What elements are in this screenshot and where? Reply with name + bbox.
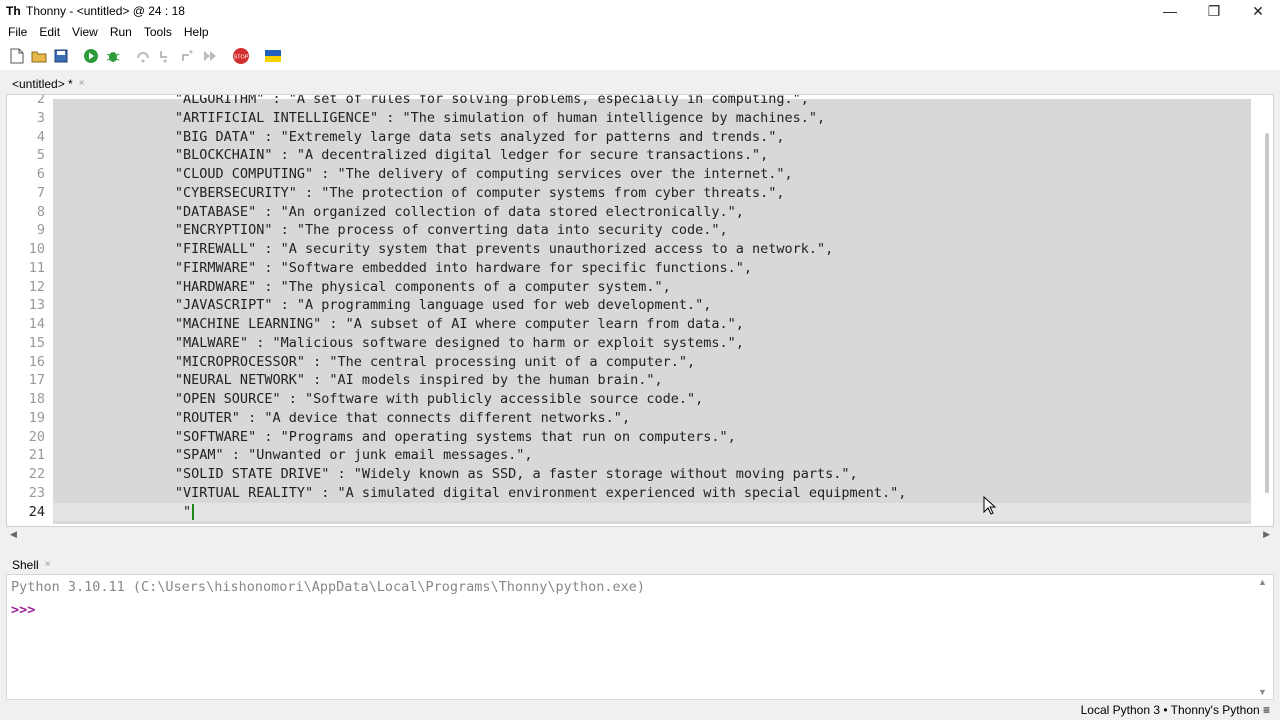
line-number: 19 [28, 409, 45, 426]
line-number-gutter: 2 3 4 5 6 7 8 9 10 11 12 13 14 15 16 17 18 19 20 21 22 23 24 [7, 95, 53, 526]
code-line[interactable]: "BLOCKCHAIN" : "A decentralized digital … [53, 146, 768, 165]
line-number: 8 [36, 203, 45, 220]
code-line[interactable]: "CLOUD COMPUTING" : "The delivery of com… [53, 165, 793, 184]
code-line[interactable]: "MALWARE" : "Malicious software designed… [53, 334, 744, 353]
menu-tools[interactable]: Tools [138, 25, 178, 39]
step-over-icon[interactable] [134, 47, 152, 65]
ukraine-flag-icon[interactable] [264, 47, 282, 65]
open-file-icon[interactable] [30, 47, 48, 65]
line-number: 10 [28, 241, 45, 257]
code-line[interactable]: "ALGORITHM" : "A set of rules for solvin… [53, 95, 809, 109]
line-number: 24 [28, 503, 45, 520]
step-out-icon[interactable] [178, 47, 196, 65]
scroll-right-icon[interactable]: ▶ [1263, 529, 1270, 540]
shell-scrollbar[interactable]: ▲ ▼ [1257, 575, 1269, 699]
line-number: 13 [28, 297, 45, 314]
code-line[interactable]: "MICROPROCESSOR" : "The central processi… [53, 353, 695, 372]
line-number: 14 [28, 316, 45, 332]
tab-shell-label: Shell [12, 557, 39, 572]
minimize-icon[interactable]: — [1148, 0, 1192, 22]
line-number: 18 [28, 391, 45, 407]
current-line-highlight [53, 502, 1251, 522]
menu-view[interactable]: View [66, 25, 104, 39]
code-line[interactable]: "BIG DATA" : "Extremely large data sets … [53, 128, 785, 147]
code-line[interactable]: "SOFTWARE" : "Programs and operating sys… [53, 428, 736, 447]
code-line[interactable]: "ARTIFICIAL INTELLIGENCE" : "The simulat… [53, 109, 825, 128]
shell-prompt[interactable]: >>> [11, 602, 35, 618]
code-line[interactable]: "VIRTUAL REALITY" : "A simulated digital… [53, 484, 907, 503]
code-line[interactable]: "SOLID STATE DRIVE" : "Widely known as S… [53, 465, 858, 484]
menu-run[interactable]: Run [104, 25, 138, 39]
code-line[interactable]: "NEURAL NETWORK" : "AI models inspired b… [53, 371, 663, 390]
maximize-icon[interactable]: ❐ [1192, 0, 1236, 22]
shell-scroll-up-icon[interactable]: ▲ [1258, 577, 1267, 587]
line-number: 3 [36, 109, 45, 126]
scroll-left-icon[interactable]: ◀ [10, 529, 17, 540]
mouse-pointer-icon [983, 496, 997, 515]
resume-icon[interactable] [200, 47, 218, 65]
toolbar: STOP [0, 42, 1280, 70]
line-number: 6 [36, 166, 45, 182]
debug-icon[interactable] [104, 47, 122, 65]
new-file-icon[interactable] [8, 47, 26, 65]
code-line[interactable]: "CYBERSECURITY" : "The protection of com… [53, 184, 785, 203]
menu-edit[interactable]: Edit [33, 25, 66, 39]
line-number: 7 [36, 184, 45, 201]
code-text-area[interactable]: "ALGORITHM" : "A set of rules for solvin… [53, 95, 1251, 524]
menu-help[interactable]: Help [178, 25, 215, 39]
tab-close-icon[interactable]: × [79, 78, 85, 89]
stop-icon-label: STOP [234, 55, 249, 61]
code-line[interactable]: " [53, 503, 191, 522]
stop-icon[interactable]: STOP [232, 47, 250, 65]
editor-vertical-scrollbar[interactable] [1265, 133, 1269, 493]
line-number: 11 [28, 259, 45, 276]
interpreter-selector[interactable]: Local Python 3 • Thonny's Python ≡ [1081, 703, 1270, 717]
run-icon[interactable] [82, 47, 100, 65]
line-number: 2 [36, 94, 45, 107]
code-editor[interactable]: 2 3 4 5 6 7 8 9 10 11 12 13 14 15 16 17 18 19 20 21 22 23 24 "… [6, 94, 1274, 527]
tab-untitled[interactable]: <untitled> * × [4, 73, 93, 94]
shell-tabstrip: Shell × [0, 552, 1280, 575]
line-number: 23 [28, 484, 45, 501]
line-number: 9 [36, 222, 45, 239]
code-line[interactable]: "HARDWARE" : "The physical components of… [53, 278, 671, 297]
code-line[interactable]: "ROUTER" : "A device that connects diffe… [53, 409, 630, 428]
line-number: 21 [28, 447, 45, 464]
text-caret [192, 503, 195, 520]
shell-banner: Python 3.10.11 (C:\Users\hishonomori\App… [11, 579, 645, 595]
line-number: 12 [28, 278, 45, 295]
code-line[interactable]: "SPAM" : "Unwanted or junk email message… [53, 446, 533, 465]
line-number: 5 [36, 147, 45, 164]
menu-file[interactable]: File [2, 25, 33, 39]
step-into-icon[interactable] [156, 47, 174, 65]
line-number: 22 [28, 466, 45, 482]
code-line[interactable]: "MACHINE LEARNING" : "A subset of AI whe… [53, 315, 744, 334]
status-bar: Local Python 3 • Thonny's Python ≡ [0, 700, 1280, 720]
tab-shell[interactable]: Shell × [4, 554, 59, 575]
editor-tabstrip: <untitled> * × [0, 70, 1280, 94]
shell-panel[interactable]: Python 3.10.11 (C:\Users\hishonomori\App… [6, 574, 1274, 700]
shell-scroll-down-icon[interactable]: ▼ [1258, 687, 1267, 697]
line-number: 16 [28, 353, 45, 370]
line-number: 20 [28, 428, 45, 445]
thonny-app-icon: Th [6, 4, 21, 18]
window-title: Thonny - <untitled> @ 24 : 18 [26, 4, 185, 18]
code-line[interactable]: "JAVASCRIPT" : "A programming language u… [53, 296, 711, 315]
close-icon[interactable]: ✕ [1236, 0, 1280, 22]
menu-bar: File Edit View Run Tools Help [0, 22, 1280, 42]
code-line[interactable]: "OPEN SOURCE" : "Software with publicly … [53, 390, 703, 409]
code-line[interactable]: "FIREWALL" : "A security system that pre… [53, 240, 833, 259]
line-number: 15 [28, 334, 45, 351]
line-number: 17 [28, 372, 45, 389]
tab-untitled-label: <untitled> * [12, 76, 73, 91]
code-line[interactable]: "FIRMWARE" : "Software embedded into har… [53, 259, 752, 278]
editor-horizontal-scrollbar[interactable]: ◀ ▶ [6, 528, 1274, 544]
line-number: 4 [36, 128, 45, 145]
save-icon[interactable] [52, 47, 70, 65]
shell-tab-close-icon[interactable]: × [45, 559, 51, 570]
code-line[interactable]: "ENCRYPTION" : "The process of convertin… [53, 221, 728, 240]
code-line[interactable]: "DATABASE" : "An organized collection of… [53, 203, 744, 222]
title-bar: Th Thonny - <untitled> @ 24 : 18 — ❐ ✕ [0, 0, 1280, 22]
